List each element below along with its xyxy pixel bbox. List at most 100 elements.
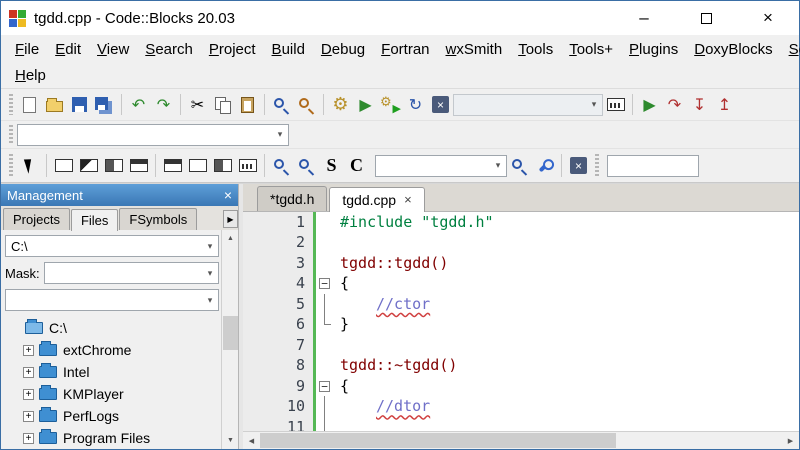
copy-button[interactable]	[210, 92, 235, 117]
tree-item[interactable]: + Intel	[1, 361, 238, 383]
debug-continue-button[interactable]: ▶	[637, 92, 662, 117]
menu-settings[interactable]: Settings	[781, 38, 800, 61]
editor-tab-tgdd-cpp[interactable]: tgdd.cpp ×	[329, 187, 424, 212]
scrollbar-thumb[interactable]	[260, 433, 616, 448]
menu-project[interactable]: Project	[201, 38, 264, 61]
new-file-button[interactable]	[17, 92, 42, 117]
expand-icon[interactable]: +	[23, 433, 34, 444]
toolbar-grip[interactable]	[9, 154, 13, 177]
menu-view[interactable]: View	[89, 38, 137, 61]
search-combo[interactable]: ▾	[375, 155, 507, 177]
expand-icon[interactable]: +	[23, 411, 34, 422]
code-area[interactable]: 1#include "tgdd.h" 2 3tgdd::tgdd() 4−{ 5…	[243, 212, 799, 431]
widget-tool-button[interactable]	[210, 153, 235, 178]
search-button[interactable]	[507, 153, 532, 178]
save-all-icon	[95, 97, 108, 110]
zoom-in-button[interactable]	[269, 153, 294, 178]
expand-icon[interactable]: +	[23, 367, 34, 378]
fold-collapse-icon[interactable]: −	[319, 381, 330, 392]
editor-tab-tgdd-h[interactable]: *tgdd.h	[257, 186, 327, 211]
menu-build[interactable]: Build	[264, 38, 313, 61]
widget-tool-button[interactable]	[185, 153, 210, 178]
scroll-up-button[interactable]: ▲	[222, 230, 238, 247]
fold-collapse-icon[interactable]: −	[319, 278, 330, 289]
tree-item[interactable]: + extChrome	[1, 339, 238, 361]
tree-item-drive[interactable]: C:\	[1, 317, 238, 339]
tab-scroll-right-button[interactable]: ▶	[223, 210, 238, 228]
step-into-button[interactable]: ↧	[687, 92, 712, 117]
expand-icon[interactable]: +	[23, 389, 34, 400]
clear-search-icon: ×	[570, 157, 587, 174]
menu-plugins[interactable]: Plugins	[621, 38, 686, 61]
build-target-combo[interactable]: ▾	[453, 94, 603, 116]
widget-tool-button[interactable]	[126, 153, 151, 178]
close-button[interactable]: ×	[737, 1, 799, 35]
menu-tools[interactable]: Tools	[510, 38, 561, 61]
path-combo[interactable]: C:\ ▾	[5, 235, 219, 257]
menu-doxyblocks[interactable]: DoxyBlocks	[686, 38, 780, 61]
scroll-left-button[interactable]: ◀	[243, 432, 260, 449]
scroll-down-button[interactable]: ▼	[222, 432, 238, 449]
undo-button[interactable]: ↶	[126, 92, 151, 117]
scope-combo[interactable]: ▾	[17, 124, 289, 146]
incremental-search-input[interactable]	[607, 155, 699, 177]
widget-tool-button[interactable]	[160, 153, 185, 178]
replace-button[interactable]	[294, 92, 319, 117]
widget-tool-button[interactable]	[235, 153, 260, 178]
widget-tool-button[interactable]	[101, 153, 126, 178]
line-number: 2	[243, 232, 313, 253]
step-out-button[interactable]: ↥	[712, 92, 737, 117]
run-button[interactable]: ▶	[353, 92, 378, 117]
clear-search-button[interactable]: ×	[566, 153, 591, 178]
paste-button[interactable]	[235, 92, 260, 117]
menu-file[interactable]: File	[7, 38, 47, 61]
menu-wxsmith[interactable]: wxSmith	[438, 38, 511, 61]
step-over-button[interactable]: ↷	[662, 92, 687, 117]
pointer-tool-button[interactable]	[17, 153, 42, 178]
menu-tools-plus[interactable]: Tools+	[561, 38, 621, 61]
code-line: 10//dtor	[243, 396, 799, 417]
tab-projects[interactable]: Projects	[3, 208, 70, 230]
tab-close-icon[interactable]: ×	[404, 192, 412, 207]
maximize-button[interactable]	[675, 1, 737, 35]
widget-tool-button[interactable]	[51, 153, 76, 178]
toolbar-grip[interactable]	[9, 94, 13, 116]
save-button[interactable]	[67, 92, 92, 117]
abort-button[interactable]: ×	[428, 92, 453, 117]
build-button[interactable]: ⚙	[328, 92, 353, 117]
menu-edit[interactable]: Edit	[47, 38, 89, 61]
redo-button[interactable]: ↷	[151, 92, 176, 117]
tab-fsymbols[interactable]: FSymbols	[119, 208, 197, 230]
save-all-button[interactable]	[92, 92, 117, 117]
widget-tool-button[interactable]	[76, 153, 101, 178]
cut-button[interactable]: ✂	[185, 92, 210, 117]
tree-item[interactable]: + Program Files	[1, 427, 238, 449]
expand-icon[interactable]: +	[23, 345, 34, 356]
zoom-out-button[interactable]	[294, 153, 319, 178]
horizontal-scrollbar[interactable]: ◀ ▶	[243, 431, 799, 449]
swap-source-button[interactable]: S	[319, 153, 344, 178]
mask-combo[interactable]: ▾	[44, 262, 219, 284]
swap-header-button[interactable]: C	[344, 153, 369, 178]
menu-debug[interactable]: Debug	[313, 38, 373, 61]
open-button[interactable]	[42, 92, 67, 117]
find-button[interactable]	[269, 92, 294, 117]
menu-fortran[interactable]: Fortran	[373, 38, 437, 61]
management-scrollbar[interactable]: ▲ ▼	[221, 230, 238, 449]
scroll-right-button[interactable]: ▶	[782, 432, 799, 449]
build-and-run-button[interactable]: ⚙ ▶	[378, 92, 403, 117]
menu-search[interactable]: Search	[137, 38, 201, 61]
search-options-button[interactable]	[532, 153, 557, 178]
build-target-options-button[interactable]	[603, 92, 628, 117]
management-close-button[interactable]: ×	[224, 187, 232, 203]
minimize-button[interactable]: –	[613, 1, 675, 35]
tab-files[interactable]: Files	[71, 209, 118, 231]
menu-help[interactable]: Help	[7, 64, 54, 87]
toolbar-grip[interactable]	[9, 125, 13, 144]
scrollbar-thumb[interactable]	[223, 316, 238, 350]
rebuild-button[interactable]: ↻	[403, 92, 428, 117]
toolbar-grip[interactable]	[595, 154, 599, 177]
filter-combo[interactable]: ▾	[5, 289, 219, 311]
tree-item[interactable]: + KMPlayer	[1, 383, 238, 405]
tree-item[interactable]: + PerfLogs	[1, 405, 238, 427]
